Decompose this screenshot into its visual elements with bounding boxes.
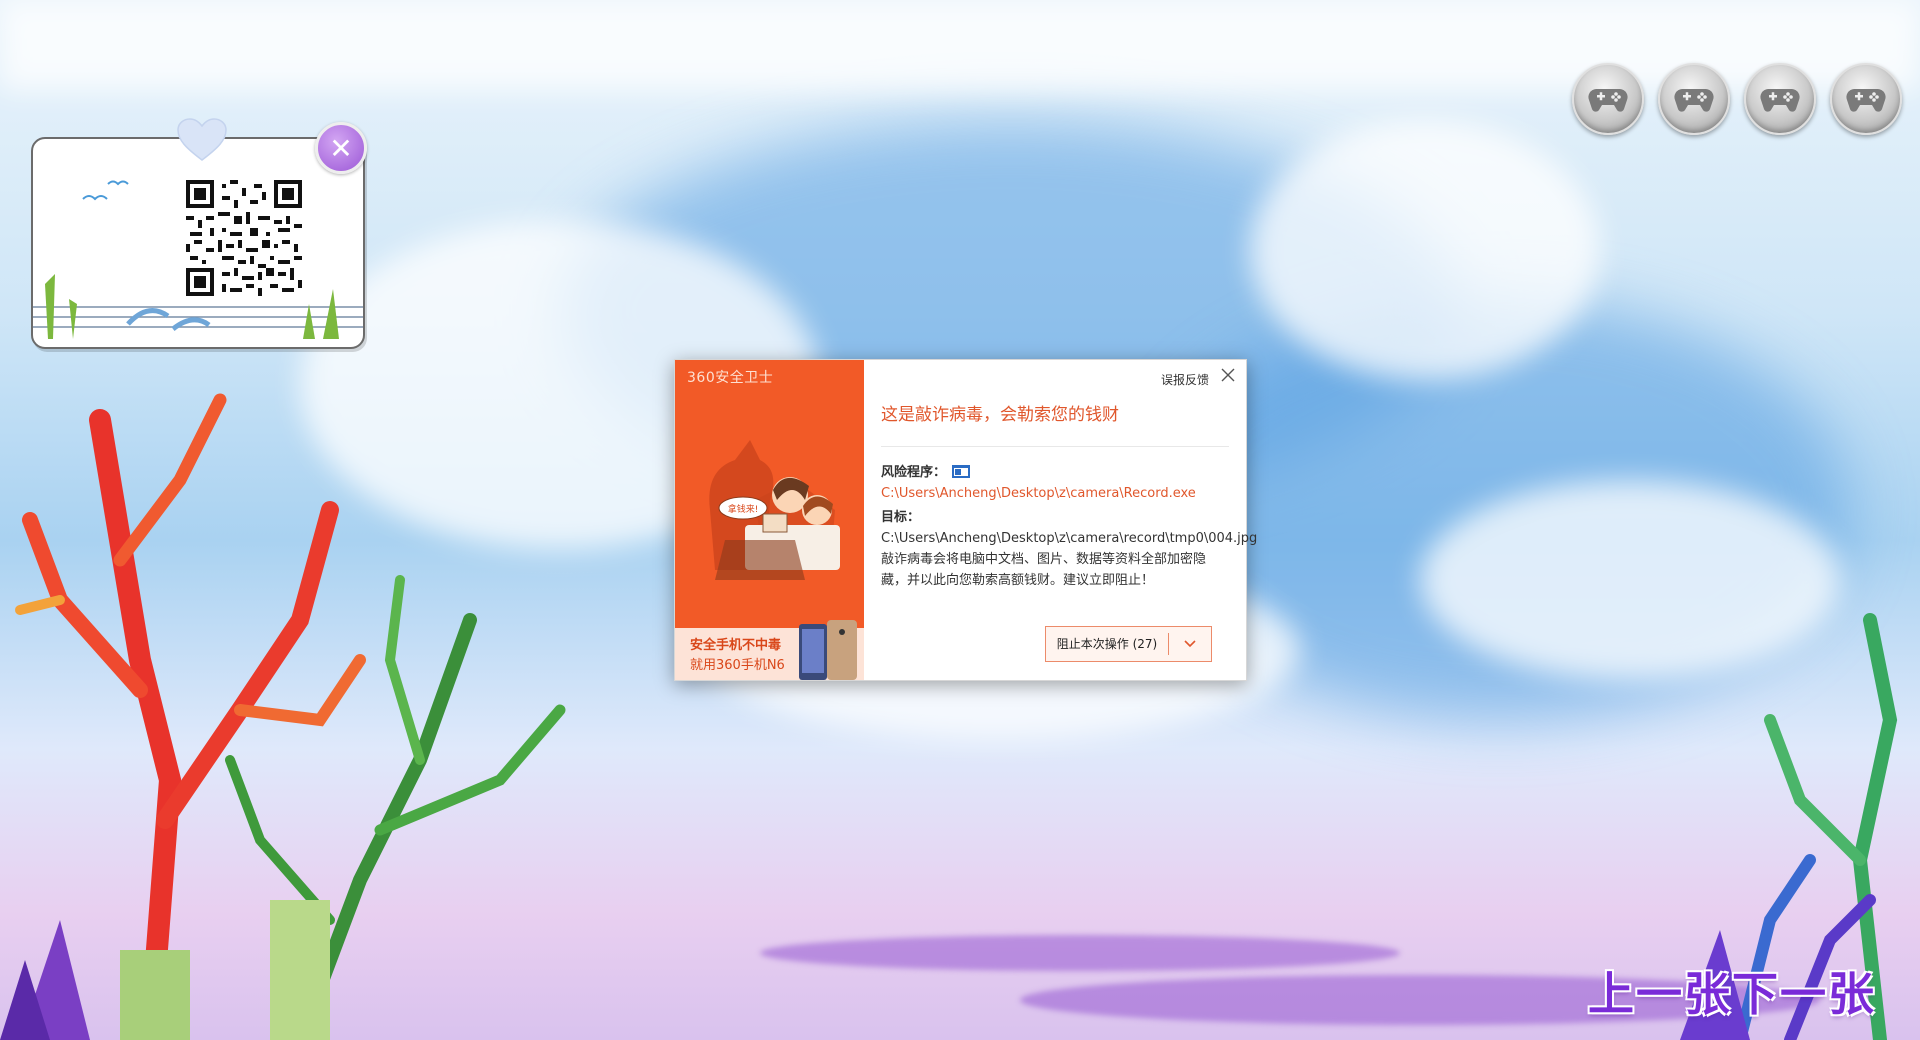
dialog-title: 这是敲诈病毒，会勒索您的钱财 bbox=[881, 405, 1119, 425]
qr-code-image bbox=[186, 180, 302, 296]
game-button-2[interactable] bbox=[1658, 63, 1730, 135]
program-icon bbox=[952, 465, 971, 478]
target-label: 目标： bbox=[881, 510, 921, 525]
gamepad-icon bbox=[1674, 89, 1714, 112]
gamepad-icon bbox=[1760, 89, 1800, 112]
chevron-down-icon bbox=[1184, 640, 1196, 648]
risk-program-label: 风险程序： bbox=[881, 465, 947, 480]
dialog-body: 风险程序： C:\Users\Ancheng\Desktop\z\camera\… bbox=[881, 462, 1257, 591]
game-button-3[interactable] bbox=[1744, 63, 1816, 135]
game-button-4[interactable] bbox=[1830, 63, 1902, 135]
gamepad-icon bbox=[1588, 89, 1628, 112]
target-path: C:\Users\Ancheng\Desktop\z\camera\record… bbox=[881, 531, 1258, 546]
speech-bubble-text: 拿钱来! bbox=[728, 503, 759, 515]
threat-description: 敲诈病毒会将电脑中文档、图片、数据等资料全部加密隐藏，并以此向您勒索高额钱财。建… bbox=[881, 552, 1207, 588]
risk-program-row: 风险程序： C:\Users\Ancheng\Desktop\z\camera\… bbox=[881, 462, 1219, 504]
options-dropdown-button[interactable] bbox=[1169, 627, 1211, 661]
coral-illustration bbox=[0, 393, 566, 1040]
phone-image bbox=[799, 620, 857, 680]
game-button-1[interactable] bbox=[1572, 63, 1644, 135]
previous-slide-link[interactable]: 上一张 bbox=[1588, 967, 1732, 1021]
target-row: 目标： C:\Users\Ancheng\Desktop\z\camera\rec… bbox=[881, 507, 1257, 549]
next-slide-link[interactable]: 下一张 bbox=[1732, 967, 1876, 1021]
gamepad-icon bbox=[1846, 89, 1886, 112]
promo-line-1: 安全手机不中毒 bbox=[690, 638, 782, 653]
dialog-illustration-panel: 360安全卫士 拿钱来! 安全手机不中毒 就用360手机N6 bbox=[675, 360, 864, 680]
divider bbox=[881, 446, 1229, 447]
slide-navigation: 上一张下一张 bbox=[1588, 958, 1876, 1024]
block-action-button-group: 阻止本次操作 (27) bbox=[1045, 626, 1212, 662]
false-positive-feedback-link[interactable]: 误报反馈 bbox=[1161, 371, 1209, 388]
game-button-group bbox=[1572, 63, 1902, 135]
security-alert-dialog: 360安全卫士 拿钱来! 安全手机不中毒 就用360手机N6 误报反馈 这是敲诈… bbox=[674, 359, 1257, 681]
heart-icon bbox=[177, 118, 227, 161]
close-icon[interactable]: ✕ bbox=[315, 122, 367, 174]
block-operation-button[interactable]: 阻止本次操作 (27) bbox=[1046, 627, 1168, 661]
risk-program-path[interactable]: C:\Users\Ancheng\Desktop\z\camera\Record… bbox=[881, 486, 1196, 501]
brand-logo: 360安全卫士 bbox=[687, 370, 774, 386]
close-icon[interactable] bbox=[1220, 367, 1236, 383]
ransom-illustration: 拿钱来! bbox=[709, 440, 840, 580]
promo-line-2: 就用360手机N6 bbox=[690, 658, 785, 673]
